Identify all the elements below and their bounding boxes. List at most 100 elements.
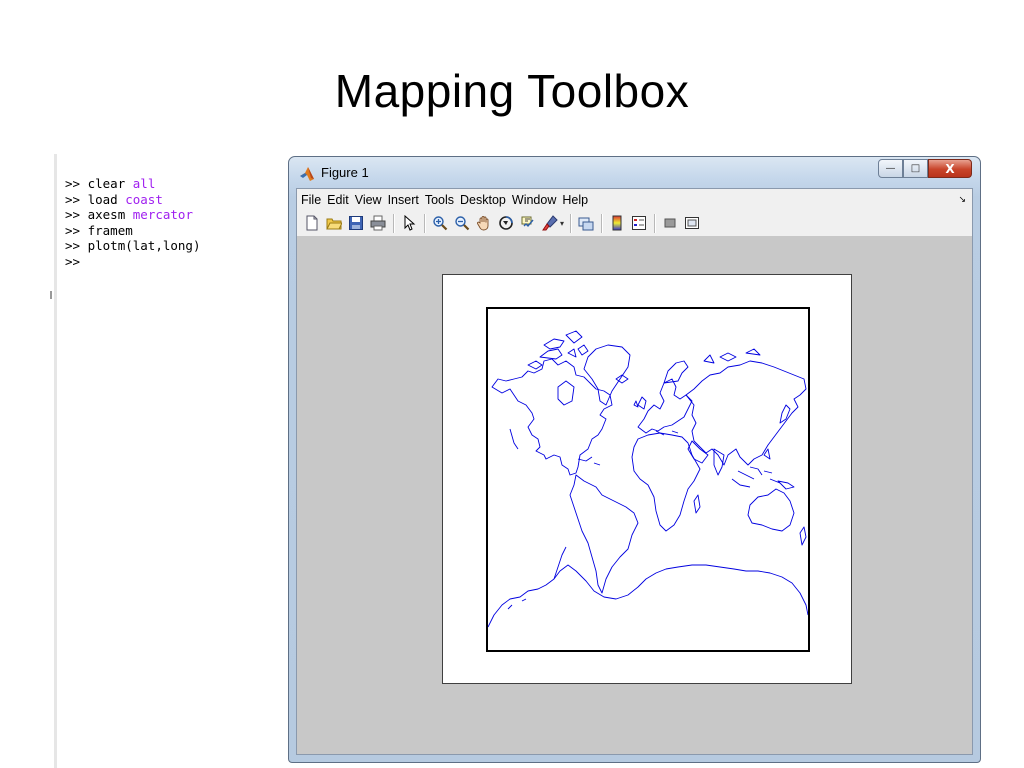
pan-hand-button[interactable]: [473, 213, 494, 234]
open-file-icon: [325, 218, 342, 230]
hide-plot-tools-icon: [664, 218, 676, 228]
rotate-3d-button[interactable]: [495, 213, 516, 234]
axes-background: [442, 274, 852, 684]
coastline-plot: [488, 330, 808, 628]
coastline-antarctic-peninsula: [553, 546, 567, 580]
coastline-weddell-islands: [507, 598, 527, 610]
coastline-new-zealand: [799, 526, 807, 546]
open-file-button[interactable]: [323, 213, 344, 234]
menu-insert[interactable]: Insert: [384, 189, 421, 207]
slide-title: Mapping Toolbox: [334, 65, 690, 117]
minimize-icon: —: [885, 163, 896, 174]
command-prompt: >>: [65, 253, 81, 269]
menu-window[interactable]: Window: [508, 189, 558, 207]
figure-canvas[interactable]: [297, 237, 972, 754]
command-text: plotm(lat,long): [87, 238, 201, 253]
zoom-in-icon: [432, 216, 447, 231]
coastline-japan: [779, 404, 791, 424]
zoom-out-icon: [454, 216, 469, 231]
coastline-caribbean: [577, 456, 601, 466]
command-line: >>: [65, 254, 200, 270]
command-text: framem: [87, 222, 133, 238]
show-plot-tools-icon: [684, 217, 699, 229]
coastline-antarctica: [488, 564, 808, 628]
print-button[interactable]: [367, 213, 388, 234]
rotate-3d-icon: [498, 216, 513, 230]
menu-bar: File Edit View Insert Tools Desktop Window Help…: [297, 189, 972, 210]
menu-tools[interactable]: Tools: [421, 189, 456, 207]
link-plot-button[interactable]: [575, 213, 596, 234]
window-titlebar[interactable]: Figure 1 — □ X: [289, 157, 980, 189]
brush-icon: [541, 215, 558, 231]
command-text: axesm: [87, 207, 126, 222]
command-argument: mercator: [132, 207, 193, 222]
legend-button[interactable]: [628, 213, 649, 234]
command-prompt: >>: [65, 207, 81, 222]
show-plot-tools-button[interactable]: [681, 213, 702, 234]
command-prompt: >>: [65, 176, 81, 191]
map-frame[interactable]: [486, 307, 810, 652]
command-prompt: >>: [65, 191, 81, 207]
minimize-button[interactable]: —: [878, 159, 903, 178]
colorbar-button[interactable]: [606, 213, 627, 234]
edit-plot-arrow-icon: [404, 215, 415, 231]
command-window[interactable]: >> clear all >> load coast >> axesm mercat…: [54, 154, 279, 768]
toolbar-separator: [393, 213, 394, 233]
pan-hand-icon: [476, 216, 488, 231]
coastline-baja: [509, 428, 519, 450]
zoom-out-button[interactable]: [451, 213, 472, 234]
coastline-scandinavia: [663, 360, 689, 384]
window-title: Figure 1: [321, 165, 369, 180]
brush-button[interactable]: [539, 213, 560, 234]
coastline-europe: [637, 378, 693, 434]
save-button[interactable]: [345, 213, 366, 234]
command-prompt: >>: [65, 222, 81, 238]
coastline-madagascar: [693, 494, 701, 514]
hide-plot-tools-button[interactable]: [659, 213, 680, 234]
command-text: clear: [87, 176, 126, 191]
command-line: >> load coast: [65, 192, 200, 208]
menu-file[interactable]: File: [297, 189, 323, 207]
command-argument: coast: [125, 191, 163, 207]
colorbar-icon: [612, 215, 622, 231]
menu-help[interactable]: Help: [558, 189, 590, 207]
coastline-greenland: [583, 344, 631, 406]
menu-edit[interactable]: Edit: [323, 189, 351, 207]
toolbar-separator: [570, 213, 572, 233]
data-cursor-button[interactable]: [517, 213, 538, 234]
figure-client-area: File Edit View Insert Tools Desktop Window Help…: [296, 188, 973, 755]
maximize-button[interactable]: □: [903, 159, 928, 178]
new-figure-button[interactable]: [301, 213, 322, 234]
coastline-indonesia: [731, 466, 781, 488]
close-icon: X: [945, 161, 955, 176]
close-button[interactable]: X: [928, 159, 972, 178]
edit-plot-arrow-button[interactable]: [398, 213, 419, 234]
coastline-hudson-bay: [557, 380, 575, 406]
command-line: >> plotm(lat,long): [65, 238, 200, 254]
coastline-canadian-arctic: [527, 330, 589, 370]
coastline-new-guinea: [777, 480, 795, 490]
toolbar-separator: [654, 213, 656, 233]
command-history: >> clear all >> load coast >> axesm mercat…: [65, 176, 200, 269]
brush-dropdown-arrow-icon[interactable]: ▾: [560, 219, 564, 228]
command-line: >> clear all: [65, 176, 200, 192]
command-line: >> axesm mercator: [65, 207, 200, 223]
command-argument: all: [132, 176, 156, 191]
coastline-north-america: [491, 358, 613, 476]
link-plot-icon: [578, 217, 594, 231]
panel-edge-marker: [50, 291, 52, 299]
maximize-icon: □: [910, 163, 921, 174]
menu-desktop[interactable]: Desktop: [456, 189, 508, 207]
coastline-australia: [747, 488, 795, 532]
save-icon: [348, 216, 363, 230]
data-cursor-icon: [521, 216, 534, 228]
zoom-in-button[interactable]: [429, 213, 450, 234]
print-icon: [370, 215, 385, 231]
menu-dock-arrow-icon[interactable]: ↘: [958, 194, 966, 205]
legend-icon: [631, 216, 646, 230]
figure-toolbar: ▾: [297, 210, 972, 237]
coastline-uk: [633, 396, 647, 410]
menu-view[interactable]: View: [351, 189, 384, 207]
figure-window[interactable]: Figure 1 — □ X File Edit View Insert Tools De…: [288, 156, 981, 763]
toolbar-separator: [424, 213, 425, 233]
